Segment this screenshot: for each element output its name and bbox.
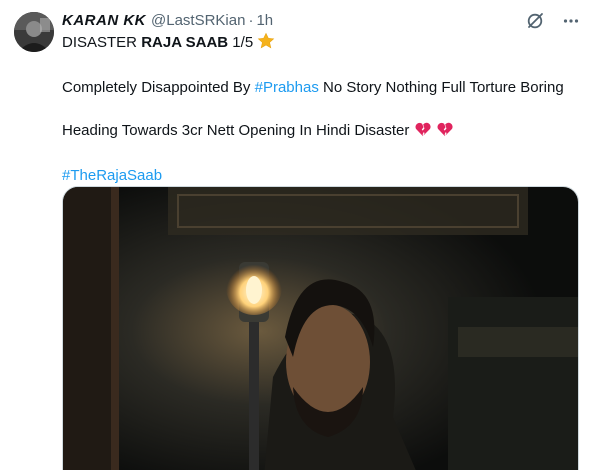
line1-prefix: DISASTER xyxy=(62,34,142,51)
hashtag-therajasaab[interactable]: #TheRajaSaab xyxy=(62,167,162,184)
broken-heart-icon xyxy=(436,120,454,144)
tweet-line-4: #TheRajaSaab xyxy=(62,166,581,186)
star-emoji-icon xyxy=(257,32,275,56)
tweet-content: KARAN KK @LastSRKian · 1h DISASTER RAJA … xyxy=(62,10,581,186)
tweet-line-2: Completely Disappointed By #Prabhas No S… xyxy=(62,78,581,98)
line2-suffix: No Story Nothing Full Torture Boring xyxy=(318,79,564,96)
broken-heart-icon xyxy=(414,120,432,144)
tweet-media-image[interactable] xyxy=(62,186,579,470)
more-icon[interactable] xyxy=(561,11,581,31)
author-name[interactable]: KARAN KK xyxy=(62,12,146,29)
tweet-time[interactable]: 1h xyxy=(256,12,273,29)
line3-text: Heading Towards 3cr Nett Opening In Hind… xyxy=(62,122,410,139)
tweet-line-1: DISASTER RAJA SAAB 1/5 xyxy=(62,32,581,56)
line1-suffix: 1/5 xyxy=(228,34,254,51)
line1-bold: RAJA SAAB xyxy=(141,34,229,51)
line2-prefix: Completely Disappointed By xyxy=(62,79,255,96)
grok-icon[interactable] xyxy=(525,11,545,31)
author-handle[interactable]: @LastSRKian xyxy=(151,12,245,29)
hashtag-prabhas[interactable]: #Prabhas xyxy=(255,79,319,96)
separator-dot: · xyxy=(248,11,254,29)
tweet-line-3: Heading Towards 3cr Nett Opening In Hind… xyxy=(62,120,581,144)
header-actions xyxy=(525,11,581,31)
author-avatar[interactable] xyxy=(14,12,54,52)
tweet-header: KARAN KK @LastSRKian · 1h xyxy=(62,10,581,30)
